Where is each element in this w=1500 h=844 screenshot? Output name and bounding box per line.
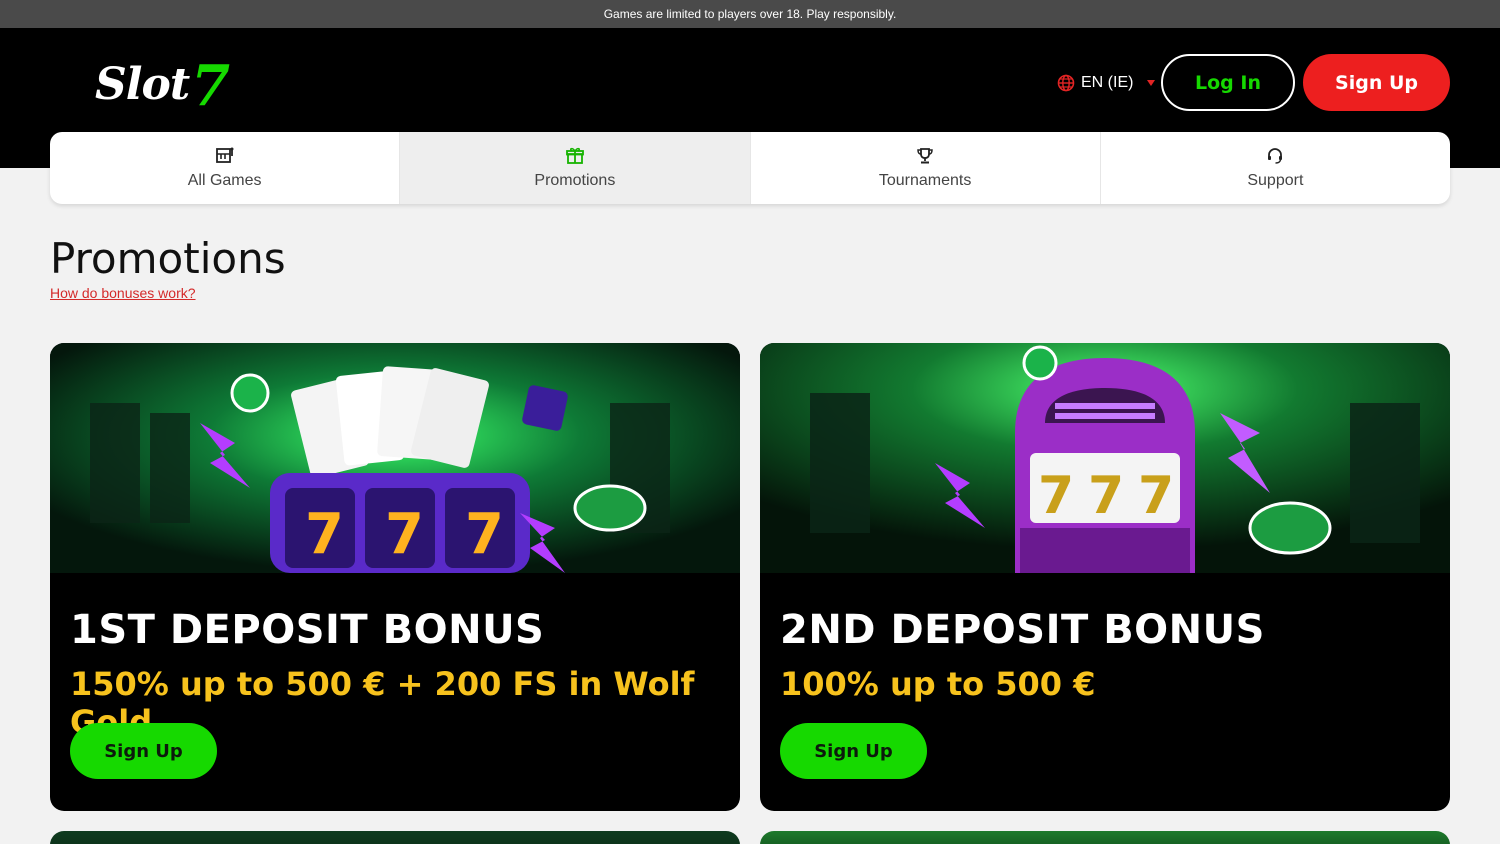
svg-text:7: 7	[465, 502, 504, 567]
nav-item-promotions[interactable]: Promotions	[400, 132, 751, 204]
svg-text:7: 7	[1038, 466, 1074, 526]
promo-signup-button[interactable]: Sign Up	[780, 723, 927, 779]
signup-button[interactable]: Sign Up	[1303, 54, 1450, 111]
games-icon	[215, 147, 234, 163]
logo-text: Slot	[95, 59, 190, 110]
bonus-help-link[interactable]: How do bonuses work?	[50, 285, 196, 301]
nav-label-support: Support	[1247, 172, 1304, 189]
promo-card-peek	[50, 831, 740, 844]
promo-offer: 100% up to 500 €	[780, 665, 1096, 703]
headset-icon	[1268, 148, 1283, 164]
promo-signup-button[interactable]: Sign Up	[70, 723, 217, 779]
svg-text:7: 7	[1088, 466, 1124, 526]
slot7-logo[interactable]: Slot 7	[95, 53, 230, 119]
nav-item-all-games[interactable]: All Games	[50, 132, 401, 204]
jukebox-slot-banner: 7 7 7	[760, 343, 1450, 573]
login-button[interactable]: Log In	[1161, 54, 1295, 111]
nav-item-tournaments[interactable]: Tournaments	[751, 132, 1101, 204]
promo-card-1st-deposit: 7 7 7 1ST DEPOSIT BONUS 150% up to 500 €…	[50, 343, 740, 811]
language-selector[interactable]: EN (IE)	[1057, 72, 1156, 94]
nav-label-tournaments: Tournaments	[878, 172, 972, 189]
globe-icon	[1057, 74, 1075, 92]
language-label: EN (IE)	[1081, 74, 1134, 91]
page-title: Promotions	[50, 234, 286, 283]
slot-machine-cards-banner: 7 7 7	[50, 343, 740, 573]
nav-item-support[interactable]: Support	[1101, 132, 1450, 204]
nav-label-promotions: Promotions	[534, 172, 616, 189]
nav-label-all-games: All Games	[187, 172, 262, 189]
logo-seven: 7	[191, 53, 230, 119]
age-notice-text: Games are limited to players over 18. Pl…	[603, 7, 897, 21]
svg-text:7: 7	[305, 502, 344, 567]
trophy-icon	[917, 148, 933, 164]
promo-card-2nd-deposit: 7 7 7 2ND DEPOSIT BONUS 100% up to 500 €…	[760, 343, 1450, 811]
svg-text:7: 7	[1138, 466, 1174, 526]
age-notice-bar: Games are limited to players over 18. Pl…	[0, 0, 1500, 28]
promo-card-peek	[760, 831, 1450, 844]
svg-text:7: 7	[385, 502, 424, 567]
main-nav: All Games Promotions Tournaments Support	[50, 132, 1450, 204]
promo-title: 1ST DEPOSIT BONUS	[70, 607, 545, 653]
chevron-down-icon	[1147, 80, 1156, 86]
gift-icon	[565, 147, 584, 164]
promo-title: 2ND DEPOSIT BONUS	[780, 607, 1265, 653]
